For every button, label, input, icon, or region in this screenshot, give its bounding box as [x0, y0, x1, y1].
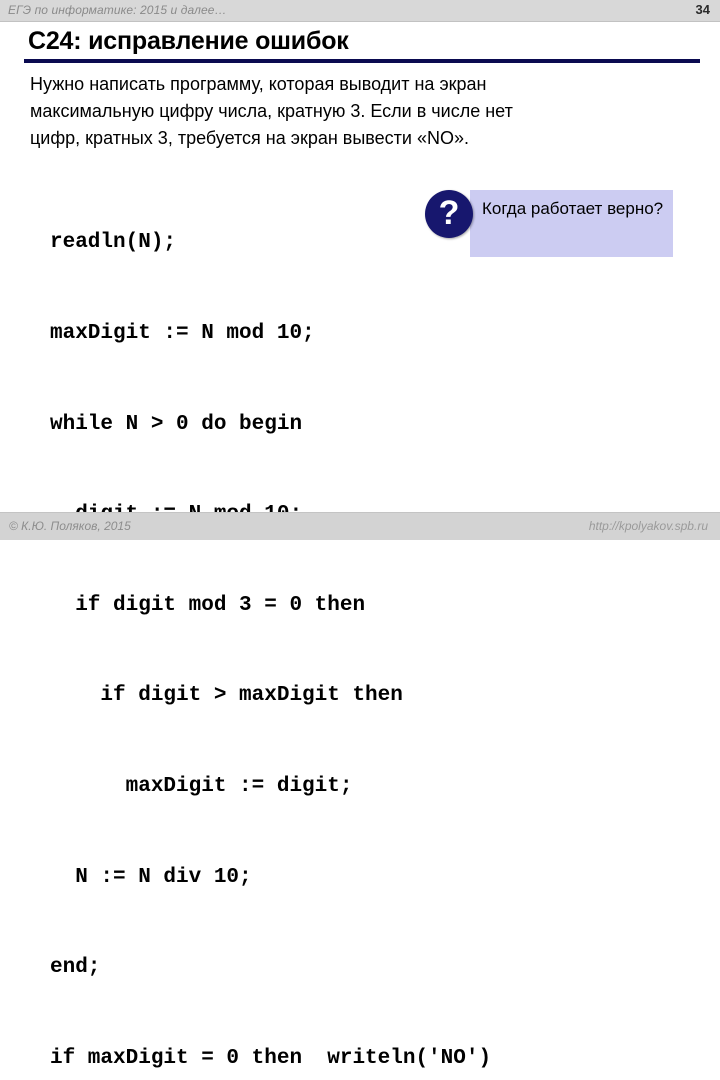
footer-copyright: © К.Ю. Поляков, 2015: [9, 519, 131, 533]
code-line: maxDigit := N mod 10;: [50, 322, 315, 345]
question-mark-icon-glyph: ?: [438, 194, 460, 232]
question-mark-icon: ?: [425, 190, 473, 238]
footer-bar: © К.Ю. Поляков, 2015 http://kpolyakov.sp…: [0, 512, 720, 540]
problem-statement-line-3: цифр, кратных 3, требуется на экран выве…: [30, 128, 469, 148]
code-listing: readln(N); maxDigit := N mod 10; while N…: [50, 168, 491, 1080]
problem-statement-line-2: максимальную цифру числа, кратную 3. Есл…: [30, 101, 513, 121]
code-line: while N > 0 do begin: [50, 412, 303, 436]
code-line: if digit mod 3 = 0 then: [50, 593, 366, 617]
code-line: maxDigit := digit;: [50, 774, 353, 798]
problem-statement-line-1: Нужно написать программу, которая выводи…: [30, 74, 487, 94]
header-title: ЕГЭ по информатике: 2015 и далее…: [8, 3, 227, 17]
code-line: end;: [50, 956, 101, 980]
footer-url[interactable]: http://kpolyakov.spb.ru: [589, 519, 708, 533]
problem-statement: Нужно написать программу, которая выводи…: [30, 71, 678, 152]
question-callout: Когда работает верно? ?: [425, 190, 673, 258]
code-line: if digit > maxDigit then: [50, 684, 403, 708]
callout-text: Когда работает верно?: [482, 199, 664, 218]
code-line: if maxDigit = 0 then writeln('NO'): [50, 1046, 492, 1070]
title-underline-rule: [24, 59, 700, 63]
slide-number: 34: [695, 2, 710, 17]
code-line: N := N div 10;: [50, 865, 252, 889]
header-bar: ЕГЭ по информатике: 2015 и далее… 34: [0, 0, 720, 22]
page-title: C24: исправление ошибок: [28, 27, 349, 55]
